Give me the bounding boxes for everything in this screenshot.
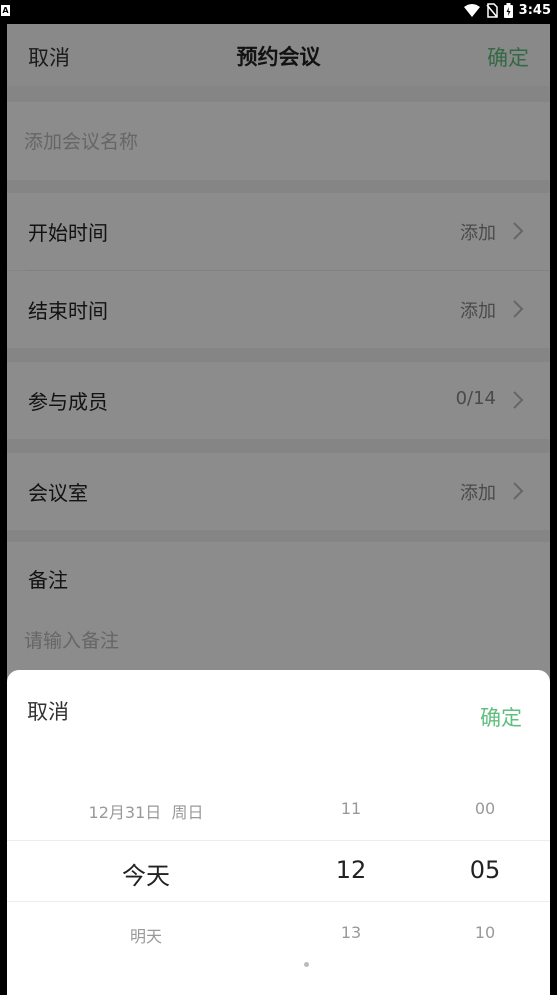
hour-current: 12 (335, 856, 367, 884)
time-picker-sheet: 取消 确定 12月31日 周日 今天 明天 11 12 13 00 05 10 (7, 670, 550, 995)
hour-next: 13 (340, 923, 362, 942)
hour-wheel[interactable]: 11 12 13 (311, 670, 391, 995)
notification-a-icon: A (1, 5, 10, 16)
date-wheel[interactable]: 12月31日 周日 今天 明天 (67, 670, 225, 995)
minute-current: 05 (469, 856, 501, 884)
minute-wheel[interactable]: 00 05 10 (445, 670, 525, 995)
status-time: 3:45 (518, 3, 551, 18)
no-sim-icon (486, 3, 498, 18)
minute-prev: 00 (474, 799, 496, 818)
date-next: 明天 (129, 927, 162, 946)
hour-prev: 11 (340, 799, 362, 818)
date-prev: 12月31日 周日 (88, 803, 204, 822)
page-indicator-dot (304, 962, 309, 967)
date-current: 今天 (122, 862, 170, 890)
battery-icon (503, 3, 513, 18)
status-bar: A 3:45 (0, 0, 557, 24)
picker-cancel-button[interactable]: 取消 (27, 696, 69, 726)
wifi-icon (463, 3, 480, 17)
minute-next: 10 (474, 923, 496, 942)
